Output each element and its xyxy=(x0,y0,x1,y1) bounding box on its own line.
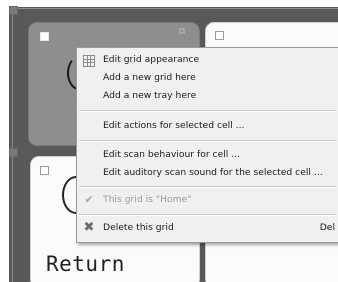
menu-item-add-new-tray[interactable]: Add a new tray here xyxy=(77,87,338,105)
cell-checkbox[interactable] xyxy=(215,31,224,40)
menu-item-label: Delete this grid xyxy=(103,222,174,233)
menu-separator xyxy=(79,110,337,112)
cell-checkbox[interactable] xyxy=(40,166,49,175)
selection-handle-top-left[interactable] xyxy=(9,6,18,15)
menu-item-label: Edit auditory scan sound for the selecte… xyxy=(103,167,323,178)
menu-item-label: Edit actions for selected cell ... xyxy=(103,120,245,131)
selection-handle-mid-left[interactable] xyxy=(9,148,18,157)
check-icon: ✔ xyxy=(84,193,94,206)
delete-x-icon: ✖ xyxy=(83,220,95,235)
menu-item-label: Edit scan behaviour for cell ... xyxy=(103,149,241,160)
menu-item-this-grid-is-home: ✔ This grid is "Home" xyxy=(77,191,338,209)
context-menu: Edit grid appearance Add a new grid here… xyxy=(76,47,338,243)
menu-item-label: Add a new grid here xyxy=(103,72,196,83)
menu-item-label: Add a new tray here xyxy=(103,90,197,101)
grid-icon xyxy=(83,55,95,67)
menu-separator xyxy=(79,140,337,142)
menu-item-edit-actions[interactable]: Edit actions for selected cell ... xyxy=(77,117,338,135)
cell-copy-icon[interactable]: ⧉ xyxy=(179,27,185,37)
selection-outline-left xyxy=(12,8,13,282)
menu-item-label: Edit grid appearance xyxy=(103,54,200,65)
cell-checkbox[interactable] xyxy=(40,32,49,41)
cell-label-return: Return xyxy=(46,252,125,276)
menu-item-edit-scan-behaviour[interactable]: Edit scan behaviour for cell ... xyxy=(77,146,338,164)
menu-separator xyxy=(79,186,337,188)
menu-item-label: This grid is "Home" xyxy=(103,194,192,205)
menu-item-add-new-grid[interactable]: Add a new grid here xyxy=(77,69,338,87)
menu-item-delete-grid[interactable]: ✖ Delete this grid Del xyxy=(77,219,338,237)
menu-separator xyxy=(79,214,337,216)
menu-item-edit-grid-appearance[interactable]: Edit grid appearance xyxy=(77,51,338,69)
selection-outline-top xyxy=(12,8,338,9)
menu-item-edit-auditory-scan-sound[interactable]: Edit auditory scan sound for the selecte… xyxy=(77,164,338,182)
menu-item-shortcut: Del xyxy=(319,222,335,233)
